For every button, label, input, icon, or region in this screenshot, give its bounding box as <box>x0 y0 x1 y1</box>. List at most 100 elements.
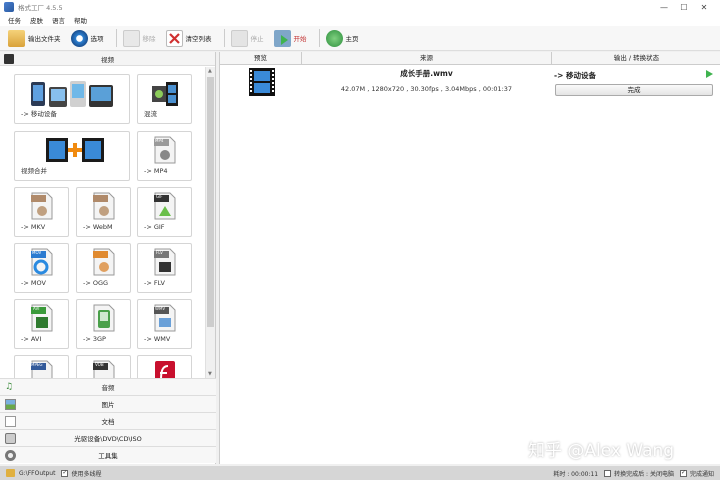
remove-icon <box>122 29 140 47</box>
tile-swf[interactable] <box>137 355 192 378</box>
source-file-name: 成长手册.wmv <box>400 69 453 78</box>
status-complete[interactable]: 完成 <box>555 84 713 96</box>
minimize-icon[interactable]: — <box>654 3 674 12</box>
tile-mp4[interactable]: MP4 -> MP4 <box>137 131 192 181</box>
menu-task[interactable]: 任务 <box>8 15 21 25</box>
tile-avi[interactable]: AVI -> AVI <box>14 299 69 349</box>
options-button[interactable]: 选项 <box>69 27 106 49</box>
mkv-file-icon <box>31 192 53 220</box>
start-label: 开始 <box>293 35 307 43</box>
folder-icon[interactable] <box>6 469 15 477</box>
stop-button[interactable]: 停止 <box>229 27 266 49</box>
scroll-down-icon[interactable]: ▼ <box>208 371 212 377</box>
category-disc[interactable]: 光驱设备\DVD\CD\ISO <box>0 429 216 446</box>
clear-list-button[interactable]: 清空列表 <box>164 27 214 49</box>
start-button[interactable]: 开始 <box>272 27 309 49</box>
home-button[interactable]: 主页 <box>324 27 361 49</box>
tile-video-join[interactable]: 视频合并 <box>14 131 130 181</box>
webm-file-icon <box>93 192 115 220</box>
tile-label: 视频合并 <box>21 167 47 175</box>
output-folder-button[interactable]: 输出文件夹 <box>6 27 63 49</box>
stop-icon <box>230 29 248 47</box>
tile-label: 混流 <box>144 110 157 118</box>
tile-mpeg[interactable]: MPEG <box>14 355 69 378</box>
start-icon <box>273 29 291 47</box>
tile-gif[interactable]: GIF -> GIF <box>137 187 192 237</box>
gif-badge: GIF <box>156 194 163 199</box>
column-output[interactable]: 输出 / 转换状态 <box>552 52 720 65</box>
scroll-up-icon[interactable]: ▲ <box>208 68 212 74</box>
window-title: 格式工厂 4.5.5 <box>18 4 63 12</box>
tile-label: -> MOV <box>21 279 46 287</box>
task-row[interactable]: 成长手册.wmv 42.07M , 1280x720 , 30.30fps , … <box>220 65 720 99</box>
scroll-thumb[interactable] <box>207 77 214 327</box>
notify-label: 完成通知 <box>689 470 714 478</box>
category-document[interactable]: 文档 <box>0 412 216 429</box>
video-category-label: 视频 <box>101 55 114 64</box>
play-icon[interactable] <box>706 70 713 78</box>
multithread-checkbox[interactable]: ✓ <box>61 469 69 477</box>
toolbar-separator <box>115 29 117 47</box>
notify-checkbox[interactable]: ✓ <box>679 469 687 477</box>
tile-vob[interactable]: VOB <box>76 355 131 378</box>
tile-ogg[interactable]: -> OGG <box>76 243 131 293</box>
remove-button[interactable]: 移除 <box>121 27 158 49</box>
output-path[interactable]: G:\FFOutput <box>19 470 55 477</box>
tile-mov[interactable]: MOV -> MOV <box>14 243 69 293</box>
3gp-file-icon <box>93 304 115 332</box>
category-audio[interactable]: ♫ 音频 <box>0 378 216 395</box>
menu-help[interactable]: 帮助 <box>74 15 87 25</box>
avi-badge: AVI <box>33 306 40 311</box>
tile-label: -> WMV <box>144 335 171 343</box>
window-controls: — ☐ ✕ <box>654 0 714 14</box>
menu-bar: 任务 皮肤 语言 帮助 <box>0 14 720 26</box>
clear-list-label: 清空列表 <box>185 35 212 43</box>
video-category-header[interactable]: 视频 <box>0 52 215 66</box>
tile-mkv[interactable]: -> MKV <box>14 187 69 237</box>
tile-label: -> 移动设备 <box>21 110 57 118</box>
ogg-file-icon <box>93 248 115 276</box>
tile-mobile[interactable]: -> 移动设备 <box>14 74 130 124</box>
tile-label: -> AVI <box>21 335 42 343</box>
mp4-badge: MP4 <box>155 138 164 143</box>
folder-icon <box>8 29 25 47</box>
category-tools[interactable]: 工具集 <box>0 446 216 463</box>
menu-language[interactable]: 语言 <box>52 15 65 25</box>
category-panel: 视频 -> 移动设备 混流 视频合并 MP4 -> MP4 -> MKV -> … <box>0 52 216 464</box>
category-label: 文档 <box>101 418 115 426</box>
tile-flv[interactable]: FLV -> FLV <box>137 243 192 293</box>
tile-label: -> FLV <box>144 279 165 287</box>
mpeg-badge: MPEG <box>31 362 43 367</box>
tile-scrollbar[interactable]: ▲ ▼ <box>205 67 215 378</box>
close-icon[interactable]: ✕ <box>694 3 714 12</box>
after-convert-checkbox[interactable] <box>604 469 612 477</box>
watermark: 知乎 @Alex Wang <box>528 441 675 461</box>
menu-skin[interactable]: 皮肤 <box>30 15 43 25</box>
tile-label: -> 3GP <box>83 335 106 343</box>
source-file-info: 42.07M , 1280x720 , 30.30fps , 3.04Mbps … <box>340 85 513 93</box>
tile-label: -> GIF <box>144 223 165 231</box>
category-label: 工具集 <box>98 452 118 460</box>
category-image[interactable]: 图片 <box>0 395 216 412</box>
tile-wmv[interactable]: WMV -> WMV <box>137 299 192 349</box>
multithread-label: 使用多线程 <box>71 470 102 478</box>
tile-3gp[interactable]: -> 3GP <box>76 299 131 349</box>
video-thumbnail-icon <box>249 68 275 96</box>
column-preview[interactable]: 预览 <box>220 52 302 65</box>
column-source[interactable]: 来源 <box>302 52 552 65</box>
tile-webm[interactable]: -> WebM <box>76 187 131 237</box>
toolbar: 输出文件夹 选项 移除 清空列表 停止 开始 主页 <box>0 26 720 51</box>
output-folder-label: 输出文件夹 <box>28 35 61 43</box>
mobile-devices-icon <box>31 81 113 107</box>
maximize-icon[interactable]: ☐ <box>674 3 694 12</box>
category-label: 光驱设备\DVD\CD\ISO <box>74 435 142 443</box>
task-list-header: 预览 来源 输出 / 转换状态 <box>220 52 720 65</box>
tile-mux[interactable]: 混流 <box>137 74 192 124</box>
title-bar: 格式工厂 4.5.5 — ☐ ✕ <box>0 0 720 14</box>
video-tile-grid: -> 移动设备 混流 视频合并 MP4 -> MP4 -> MKV -> Web… <box>0 67 216 378</box>
options-icon <box>70 29 88 47</box>
app-icon <box>4 2 14 12</box>
vob-badge: VOB <box>95 362 104 367</box>
home-icon <box>325 29 343 47</box>
clear-list-icon <box>165 29 183 47</box>
